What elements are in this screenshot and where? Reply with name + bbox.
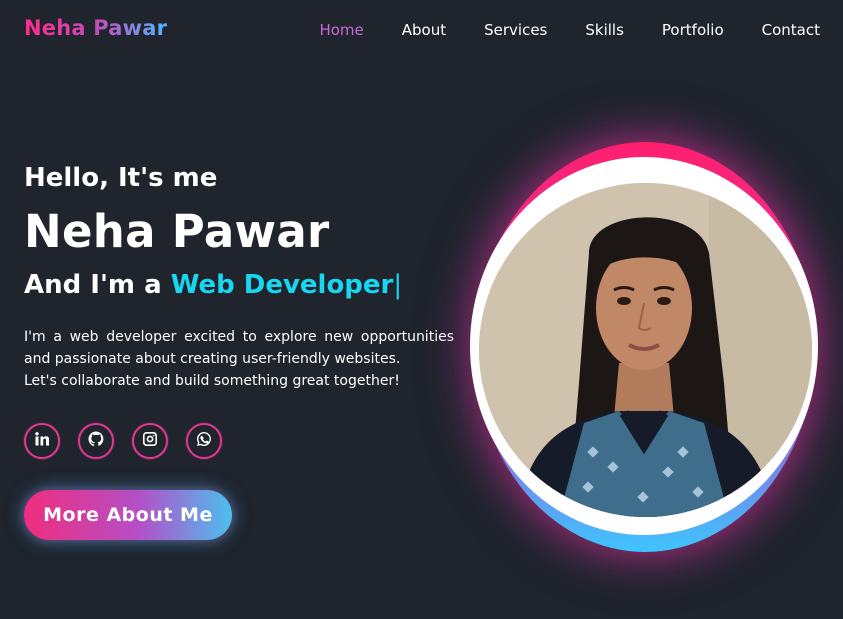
nav-link-about[interactable]: About: [402, 20, 446, 40]
more-about-me-button[interactable]: More About Me: [24, 490, 232, 540]
whatsapp-icon: [196, 431, 212, 451]
description-line: and passionate about creating user-frien…: [24, 351, 401, 367]
role-highlight: Web Developer: [170, 270, 394, 300]
hero-description: I'm a web developer excited to explore n…: [24, 326, 454, 392]
profile-photo: [479, 183, 812, 517]
social-links: [24, 423, 222, 459]
instagram-link[interactable]: [132, 423, 168, 459]
description-line: Let's collaborate and build something gr…: [24, 373, 400, 389]
nav-link-portfolio[interactable]: Portfolio: [662, 20, 724, 40]
profile-photo-frame: [465, 142, 825, 557]
github-link[interactable]: [78, 423, 114, 459]
linkedin-link[interactable]: [24, 423, 60, 459]
site-logo[interactable]: Neha Pawar: [24, 16, 167, 40]
nav-link-contact[interactable]: Contact: [762, 20, 820, 40]
github-icon: [88, 431, 104, 451]
hero-greeting: Hello, It's me: [24, 163, 218, 193]
typing-cursor: |: [393, 270, 403, 300]
role-prefix: And I'm a: [24, 270, 162, 300]
nav-link-home[interactable]: Home: [319, 20, 363, 40]
nav-link-services[interactable]: Services: [484, 20, 547, 40]
description-line: I'm a web developer excited to explore n…: [24, 329, 454, 345]
linkedin-icon: [34, 431, 50, 451]
hero-role: And I'm a Web Developer|: [24, 270, 402, 300]
whatsapp-link[interactable]: [186, 423, 222, 459]
instagram-icon: [142, 431, 158, 451]
hero-name: Neha Pawar: [24, 205, 330, 258]
nav-link-skills[interactable]: Skills: [585, 20, 624, 40]
main-nav: Home About Services Skills Portfolio Con…: [281, 20, 820, 40]
